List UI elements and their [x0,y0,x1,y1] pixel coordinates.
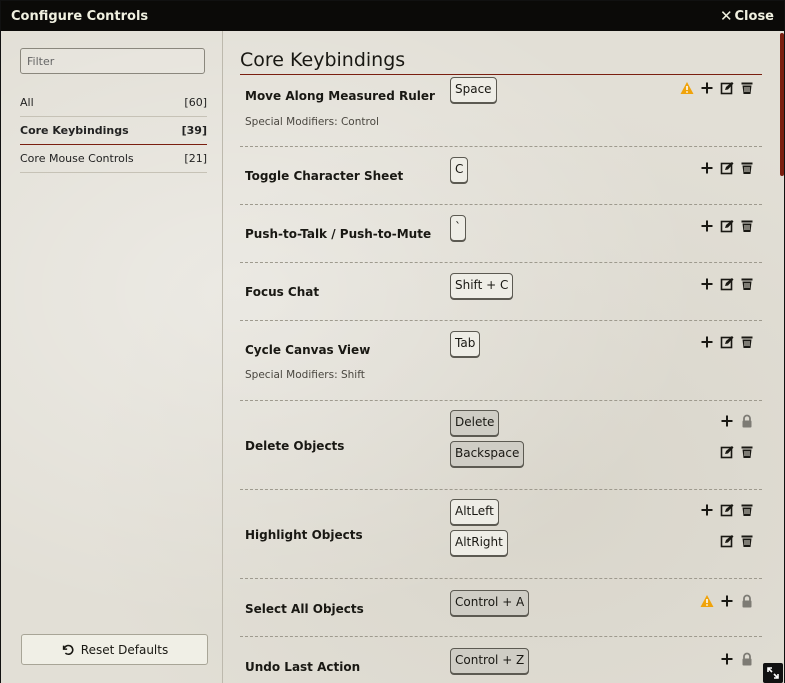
key-binding[interactable]: Space [450,77,497,103]
edit-icon[interactable] [720,219,734,233]
special-modifiers: Special Modifiers: Shift [245,369,365,381]
configure-controls-window: Configure Controls ✕ Close All [60] Core… [0,0,785,683]
trash-icon[interactable] [740,534,754,548]
edit-icon[interactable] [720,161,734,175]
binding-controls [700,594,754,608]
filter-input[interactable] [20,48,205,74]
edit-icon[interactable] [720,335,734,349]
keybindings-panel: Core Keybindings Move Along Measured Rul… [224,31,784,683]
edit-icon[interactable] [720,277,734,291]
action-name: Focus Chat [245,285,320,299]
plus-icon[interactable] [700,219,714,233]
close-icon[interactable]: ✕ [720,8,733,24]
trash-icon[interactable] [740,503,754,517]
key-binding[interactable]: ` [450,215,466,241]
action-name: Highlight Objects [245,528,363,542]
binding-controls [700,219,754,233]
keybinding-row: Cycle Canvas View Special Modifiers: Shif… [240,321,762,401]
action-name: Toggle Character Sheet [245,169,404,183]
action-name: Select All Objects [245,602,364,616]
lock-icon [740,652,754,666]
action-name: Delete Objects [245,439,345,453]
binding-controls [700,503,754,517]
action-name: Move Along Measured Ruler [245,89,435,103]
close-button[interactable]: ✕ Close [720,8,774,24]
reset-defaults-button[interactable]: Reset Defaults [21,634,208,665]
plus-icon[interactable] [700,335,714,349]
warning-icon [700,594,714,608]
trash-icon[interactable] [740,277,754,291]
resize-handle[interactable] [763,663,783,683]
category-count: [60] [184,96,207,109]
key-binding[interactable]: AltLeft [450,499,499,525]
keybinding-row: Move Along Measured Ruler Special Modifie… [240,75,762,147]
trash-icon[interactable] [740,161,754,175]
key-binding[interactable]: Control + Z [450,648,530,674]
plus-icon[interactable] [700,161,714,175]
edit-icon[interactable] [720,81,734,95]
category-label: Core Mouse Controls [20,152,134,165]
category-label: All [20,96,34,109]
plus-icon[interactable] [700,81,714,95]
window-title: Configure Controls [11,8,149,24]
plus-icon[interactable] [700,503,714,517]
plus-icon[interactable] [700,277,714,291]
key-binding[interactable]: Backspace [450,441,525,467]
category-core-keybindings[interactable]: Core Keybindings [39] [20,117,207,145]
key-binding[interactable]: Delete [450,410,500,436]
trash-icon[interactable] [740,219,754,233]
section-title: Core Keybindings [240,47,762,75]
action-name: Cycle Canvas View [245,343,371,357]
trash-icon[interactable] [740,445,754,459]
binding-controls [720,414,754,428]
lock-icon [740,414,754,428]
plus-icon[interactable] [720,652,734,666]
category-all[interactable]: All [60] [20,89,207,117]
keybinding-row: Delete Objects Delete Backspace [240,401,762,490]
resize-icon [767,667,779,679]
binding-controls [720,652,754,666]
trash-icon[interactable] [740,335,754,349]
category-list: All [60] Core Keybindings [39] Core Mous… [20,89,207,173]
binding-controls [700,335,754,349]
binding-controls [720,445,754,459]
keybinding-row: Select All Objects Control + A [240,579,762,637]
key-binding[interactable]: Tab [450,331,481,357]
edit-icon[interactable] [720,445,734,459]
warning-icon [680,81,694,95]
lock-icon [740,594,754,608]
keybinding-row: Undo Last Action Control + Z [240,637,762,683]
window-titlebar[interactable]: Configure Controls ✕ Close [1,1,784,31]
trash-icon[interactable] [740,81,754,95]
category-count: [21] [184,152,207,165]
reset-defaults-label: Reset Defaults [80,642,169,657]
sidebar: All [60] Core Keybindings [39] Core Mous… [1,31,223,683]
key-binding[interactable]: AltRight [450,530,508,556]
key-binding[interactable]: C [450,157,469,183]
action-name: Undo Last Action [245,660,361,674]
keybinding-row: Highlight Objects AltLeft AltRight [240,490,762,579]
plus-icon[interactable] [720,414,734,428]
binding-controls [680,81,754,95]
keybinding-row: Toggle Character Sheet C [240,147,762,205]
keybinding-row: Push-to-Talk / Push-to-Mute ` [240,205,762,263]
key-binding[interactable]: Shift + C [450,273,514,299]
scrollbar-thumb[interactable] [780,33,784,176]
close-label[interactable]: Close [735,9,774,24]
special-modifiers: Special Modifiers: Control [245,116,379,128]
edit-icon[interactable] [720,534,734,548]
category-count: [39] [181,124,207,137]
category-core-mouse-controls[interactable]: Core Mouse Controls [21] [20,145,207,173]
category-label: Core Keybindings [20,124,129,137]
key-binding[interactable]: Control + A [450,590,530,616]
undo-icon [62,644,74,655]
binding-controls [700,161,754,175]
binding-controls [700,277,754,291]
action-name: Push-to-Talk / Push-to-Mute [245,227,432,241]
plus-icon[interactable] [720,594,734,608]
edit-icon[interactable] [720,503,734,517]
keybinding-row: Focus Chat Shift + C [240,263,762,321]
binding-controls [720,534,754,548]
window-content: All [60] Core Keybindings [39] Core Mous… [1,31,784,683]
